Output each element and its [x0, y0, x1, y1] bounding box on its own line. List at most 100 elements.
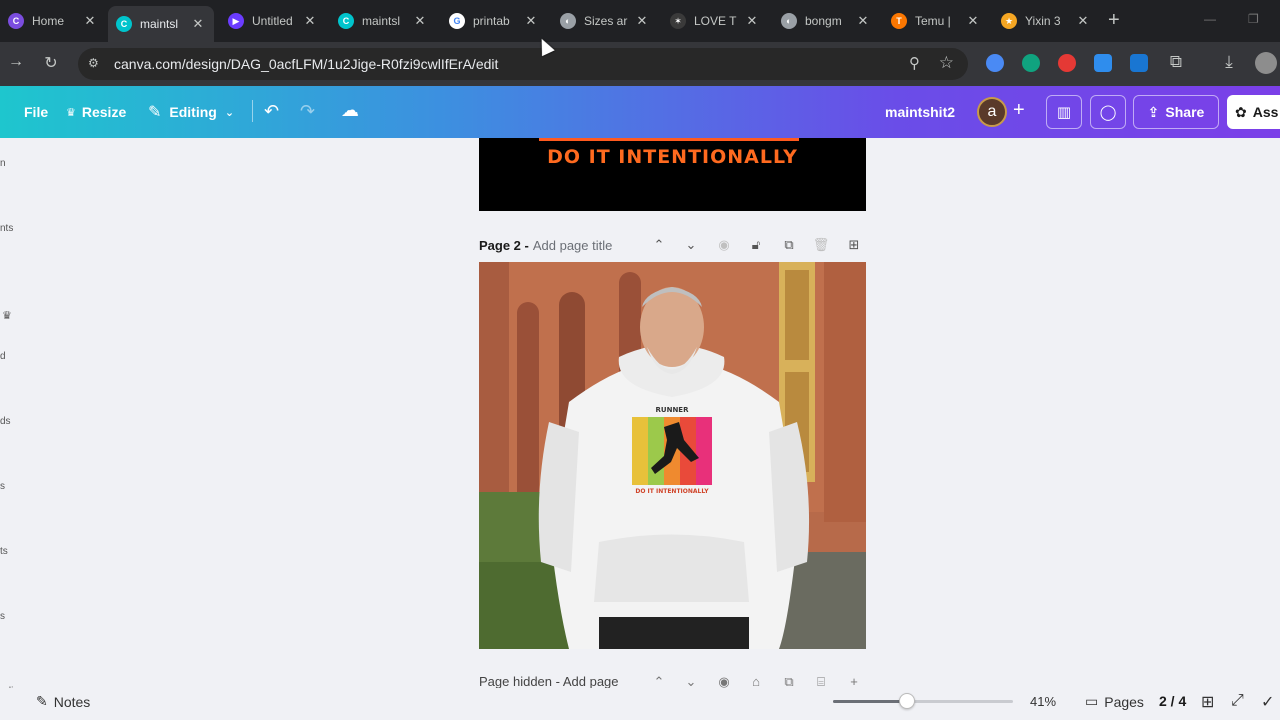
notes-button[interactable]: ✎ Notes [36, 693, 90, 710]
extension-chatgpt-icon[interactable] [1022, 54, 1040, 72]
tab-favicon-icon: ✶ [670, 13, 686, 29]
close-tab-icon[interactable]: ✕ [634, 13, 650, 29]
extension-search-icon[interactable] [1130, 54, 1148, 72]
tab-title: LOVE T [694, 14, 737, 28]
close-tab-icon[interactable]: ✕ [744, 13, 760, 29]
delete-page-icon[interactable]: 🗑︎ [812, 237, 830, 253]
rail-label[interactable]: nts [0, 223, 13, 234]
close-tab-icon[interactable]: ✕ [523, 13, 539, 29]
rail-label[interactable]: ts [0, 546, 8, 557]
browser-tab[interactable]: ◐ bongm ✕ [773, 7, 879, 35]
insights-button[interactable]: ▥ [1046, 95, 1082, 129]
comments-button[interactable]: ◯ [1090, 95, 1126, 129]
move-page-up-icon[interactable]: ⌃ [650, 237, 668, 253]
notes-icon: ✎ [36, 693, 48, 709]
close-tab-icon[interactable]: ✕ [412, 13, 428, 29]
editing-mode-button[interactable]: ✎ Editing ⌄ [148, 86, 234, 138]
forward-icon[interactable]: → [6, 53, 26, 71]
page-2-number: Page 2 - [479, 237, 529, 253]
tab-favicon-icon: C [116, 16, 132, 32]
tab-title: Untitled [252, 14, 293, 28]
rail-crown-icon[interactable]: ♛ [2, 309, 12, 322]
help-check-icon[interactable]: ✓ [1261, 692, 1274, 712]
rail-label[interactable]: d [0, 351, 6, 362]
close-tab-icon[interactable]: ✕ [190, 16, 206, 32]
lock-page-icon[interactable]: 🔓︎ [747, 237, 765, 253]
extension-pokeball-icon[interactable] [1058, 54, 1076, 72]
fullscreen-icon[interactable]: ⤢ [1231, 692, 1244, 710]
page-1-slogan[interactable]: DO IT INTENTIONALLY [479, 146, 866, 168]
zoom-percentage[interactable]: 41% [1030, 694, 1056, 709]
tab-favicon-icon: C [8, 13, 24, 29]
browser-tab[interactable]: Cmaintsl ✕ [108, 6, 214, 42]
page-count: 2 / 4 [1159, 693, 1187, 709]
assistant-icon: ✿ [1235, 103, 1247, 120]
hide-page-icon[interactable]: ◉ [715, 237, 733, 253]
cloud-saved-icon[interactable]: ☁ [341, 100, 359, 121]
share-button[interactable]: ⇪ Share [1133, 95, 1219, 129]
downloads-icon[interactable]: ⤓ [1219, 52, 1239, 72]
add-collaborator-icon[interactable]: + [1013, 99, 1025, 122]
url-text[interactable]: canva.com/design/DAG_0acfLFM/1u2Jige-R0f… [114, 56, 498, 72]
design-name[interactable]: maintshit2 [885, 86, 955, 138]
address-bar[interactable]: ⚙ canva.com/design/DAG_0acfLFM/1u2Jige-R… [78, 48, 968, 80]
resize-button[interactable]: ♛ Resize [66, 86, 126, 138]
add-page-icon[interactable]: ⊞ [845, 237, 863, 253]
minimize-window-icon[interactable]: — [1204, 12, 1216, 26]
tab-favicon-icon: T [891, 13, 907, 29]
page-2-canvas[interactable]: RUNNER DO IT INTENTIONALLY [479, 262, 866, 649]
page-title-input[interactable]: Add page title [533, 238, 613, 253]
undo-icon[interactable]: ↶ [264, 101, 279, 122]
extension-chrome-icon[interactable] [986, 54, 1004, 72]
tab-title: Home [32, 14, 65, 28]
reload-icon[interactable]: ↻ [41, 53, 61, 73]
tab-title: maintsl [140, 17, 179, 31]
profile-avatar-icon[interactable] [1255, 52, 1277, 74]
tab-title: maintsl [362, 14, 401, 28]
file-menu-button[interactable]: File [24, 86, 48, 138]
bar-chart-icon: ▥ [1056, 104, 1072, 121]
tab-favicon-icon: ◐ [560, 13, 576, 29]
close-tab-icon[interactable]: ✕ [965, 13, 981, 29]
close-tab-icon[interactable]: ✕ [855, 13, 871, 29]
rail-label[interactable]: ds [0, 416, 11, 427]
page-1-canvas[interactable]: DO IT INTENTIONALLY [479, 138, 866, 211]
pages-button[interactable]: ▭ Pages [1085, 693, 1144, 710]
rail-label[interactable]: n [0, 158, 6, 169]
move-page-down-icon[interactable]: ⌄ [682, 237, 700, 253]
chevron-down-icon: ⌄ [224, 106, 235, 119]
browser-tab[interactable]: T Temu | ✕ [883, 7, 989, 35]
tab-favicon-icon: G [449, 13, 465, 29]
rail-label[interactable]: s [0, 611, 5, 622]
bookmark-star-icon[interactable]: ☆ [939, 53, 954, 73]
redo-icon[interactable]: ↷ [300, 101, 315, 122]
duplicate-page-icon[interactable]: ⧉ [780, 237, 798, 253]
tab-title: printab [473, 14, 510, 28]
extension-download-icon[interactable] [1094, 54, 1112, 72]
browser-tab[interactable]: ▶ Untitled ✕ [220, 7, 326, 35]
zoom-lens-icon[interactable]: ⚲ [909, 54, 920, 72]
hoodie-tagline-text: DO IT INTENTIONALLY [635, 488, 709, 495]
close-tab-icon[interactable]: ✕ [1075, 13, 1091, 29]
assistant-button[interactable]: ✿ Ass [1227, 95, 1280, 129]
editing-label: Editing [169, 104, 217, 120]
tab-favicon-icon: C [338, 13, 354, 29]
browser-tab[interactable]: C Home ✕ [0, 7, 106, 35]
extensions-puzzle-icon[interactable]: ⧉ [1166, 52, 1186, 72]
zoom-slider-handle[interactable] [898, 693, 915, 709]
crown-icon: ♛ [66, 106, 76, 119]
site-info-icon[interactable]: ⚙ [88, 56, 102, 70]
restore-window-icon[interactable]: ❐ [1248, 12, 1259, 26]
browser-tab[interactable]: Gprintab ✕ [441, 7, 547, 35]
browser-tab[interactable]: ★ Yixin 3 ✕ [993, 7, 1099, 35]
notes-label: Notes [53, 693, 91, 710]
user-avatar[interactable]: a [977, 97, 1007, 127]
close-tab-icon[interactable]: ✕ [302, 13, 318, 29]
browser-tab[interactable]: ✶ LOVE T ✕ [662, 7, 768, 35]
new-tab-button[interactable]: + [1108, 9, 1120, 31]
grid-view-icon[interactable]: ⊞ [1201, 692, 1214, 712]
close-tab-icon[interactable]: ✕ [82, 13, 98, 29]
browser-tab[interactable]: ◐ Sizes ar ✕ [552, 7, 658, 35]
rail-label[interactable]: s [0, 481, 5, 492]
browser-tab[interactable]: Cmaintsl ✕ [330, 7, 436, 35]
